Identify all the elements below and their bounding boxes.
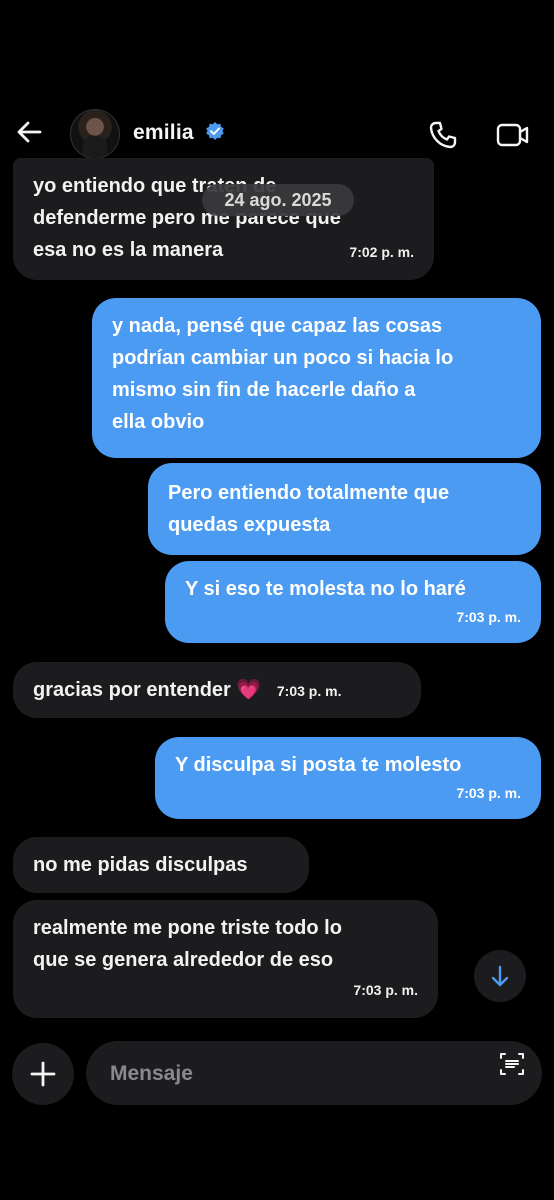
message-time: 7:03 p. m. — [456, 609, 521, 625]
message-line: ella obvio — [112, 411, 205, 433]
message-time: 7:03 p. m. — [353, 982, 418, 998]
message-composer — [86, 1041, 542, 1105]
message-bubble-incoming[interactable]: realmente me pone triste todo lo que se … — [13, 900, 438, 1018]
message-time: 7:02 p. m. — [349, 244, 414, 260]
message-line: quedas expuesta — [168, 514, 331, 536]
message-time: 7:03 p. m. — [276, 682, 342, 699]
scroll-to-bottom-button[interactable] — [474, 950, 526, 1002]
arrow-down-icon — [491, 965, 509, 987]
message-line: podrían cambiar un poco si hacia lo — [112, 347, 454, 369]
scan-text-icon — [500, 1053, 524, 1075]
video-camera-icon[interactable] — [496, 120, 530, 150]
message-bubble-outgoing[interactable]: Pero entiendo totalmente que quedas expu… — [148, 463, 541, 555]
message-line: mismo sin fin de hacerle daño a — [112, 379, 416, 401]
message-bubble-outgoing[interactable]: Y disculpa si posta te molesto 7:03 p. m… — [155, 737, 541, 819]
message-bubble-incoming[interactable]: yo entiendo que traten de defenderme per… — [13, 158, 434, 280]
scan-text-button[interactable] — [490, 1042, 534, 1086]
message-line: no me pidas disculpas — [33, 854, 248, 876]
message-line: Pero entiendo totalmente que — [168, 482, 450, 504]
message-bubble-outgoing[interactable]: y nada, pensé que capaz las cosas podría… — [92, 298, 541, 458]
back-arrow-icon[interactable] — [14, 117, 44, 147]
message-bubble-outgoing[interactable]: Y si eso te molesta no lo haré 7:03 p. m… — [165, 561, 541, 643]
plus-icon — [30, 1061, 56, 1087]
date-separator: 24 ago. 2025 — [202, 184, 354, 216]
phone-icon[interactable] — [428, 120, 458, 150]
message-input[interactable] — [108, 1053, 472, 1095]
message-line: realmente me pone triste todo lo — [33, 917, 342, 939]
verified-badge-icon — [206, 122, 224, 140]
message-bubble-incoming[interactable]: gracias por entender 💗 7:03 p. m. — [13, 662, 421, 718]
message-line: gracias por entender 💗 — [33, 679, 262, 701]
message-time: 7:03 p. m. — [456, 785, 521, 801]
message-line: y nada, pensé que capaz las cosas — [112, 315, 443, 337]
message-bubble-incoming[interactable]: no me pidas disculpas — [13, 837, 309, 893]
avatar[interactable] — [70, 109, 120, 159]
message-line: que se genera alrededor de eso — [33, 949, 334, 971]
contact-name[interactable]: emilia — [133, 121, 194, 145]
add-attachment-button[interactable] — [12, 1043, 74, 1105]
